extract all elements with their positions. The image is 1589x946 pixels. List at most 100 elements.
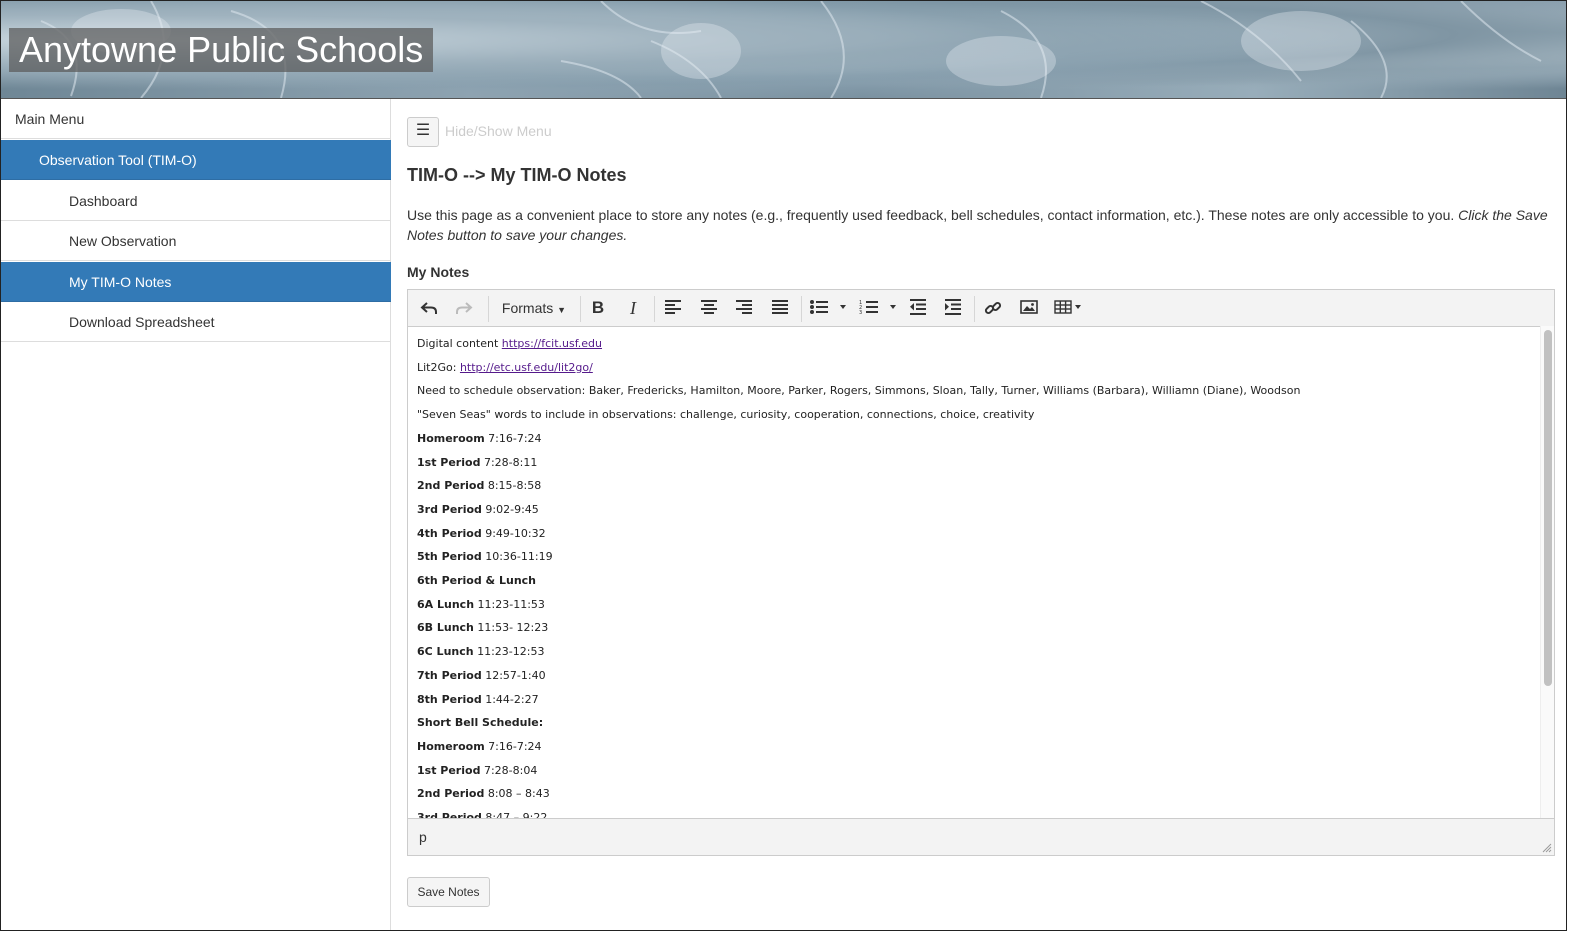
editor-line-text: 7:28-8:04 (480, 763, 538, 777)
bullet-list-icon (810, 300, 846, 314)
app-frame: Anytowne Public Schools Main Menu Observ… (0, 0, 1567, 931)
editor-line-text: "Seven Seas" words to include in observa… (417, 408, 1035, 422)
editor-line-bold: 1st Period (417, 763, 481, 777)
resize-handle-icon[interactable] (1542, 843, 1552, 853)
sidebar: Main Menu Observation Tool (TIM-O) Dashb… (1, 99, 391, 930)
bold-icon: B (591, 298, 605, 317)
align-right-button[interactable] (731, 296, 757, 320)
editor-scrollbar-thumb[interactable] (1544, 330, 1552, 686)
redo-icon (456, 302, 473, 314)
editor-line-bold: 1st Period (417, 455, 481, 469)
formats-dropdown[interactable]: Formats ▼ (496, 296, 572, 320)
image-icon (1020, 300, 1038, 314)
sidebar-item-download-spreadsheet[interactable]: Download Spreadsheet (1, 302, 391, 342)
editor-line-bold: 6C Lunch (417, 645, 474, 659)
align-left-icon (665, 300, 681, 314)
caret-down-icon: ▼ (557, 305, 567, 315)
sidebar-item-my-tim-o-notes[interactable]: My TIM-O Notes (1, 262, 391, 302)
sidebar-item-new-observation[interactable]: New Observation (1, 221, 391, 261)
rich-text-editor: Formats ▼ B I 1 2 3 Digital content http… (407, 289, 1555, 856)
editor-scrollbar-track[interactable] (1540, 326, 1554, 820)
editor-line-text: 8:08 – 8:43 (484, 787, 550, 801)
editor-content-area[interactable]: Digital content https://fcit.usf.edu Lit2… (408, 327, 1540, 819)
numbered-list-button[interactable]: 123 (857, 296, 901, 320)
numbered-list-icon: 123 (859, 300, 896, 315)
editor-line-bold: Homeroom (417, 431, 485, 445)
editor-line-bold: Short Bell Schedule: (417, 716, 544, 730)
editor-line-bold: Homeroom (417, 739, 485, 753)
editor-line: 6A Lunch 11:23-11:53 (417, 598, 545, 611)
editor-line-bold: 2nd Period (417, 787, 485, 801)
italic-icon: I (630, 298, 636, 318)
editor-line: 2nd Period 8:08 – 8:43 (417, 787, 550, 800)
editor-line: 1st Period 7:28-8:04 (417, 764, 537, 777)
undo-icon (420, 302, 437, 314)
editor-line: 5th Period 10:36-11:19 (417, 550, 553, 563)
hide-show-menu-button[interactable]: ☰ (407, 117, 439, 147)
editor-toolbar: Formats ▼ B I 1 2 3 (408, 290, 1554, 327)
editor-line: "Seven Seas" words to include in observa… (417, 408, 1034, 421)
editor-line: 6th Period & Lunch (417, 574, 536, 587)
editor-line: Need to schedule observation: Baker, Fre… (417, 384, 1300, 397)
editor-line-bold: 2nd Period (417, 479, 485, 493)
page-title: TIM-O --> My TIM-O Notes (407, 165, 627, 185)
editor-line: 4th Period 9:49-10:32 (417, 527, 546, 540)
link-button[interactable] (980, 296, 1006, 320)
editor-line-text: 11:23-11:53 (474, 597, 545, 611)
editor-line: Short Bell Schedule: (417, 716, 543, 729)
italic-button[interactable]: I (620, 296, 646, 320)
sidebar-item-dashboard[interactable]: Dashboard (1, 181, 391, 221)
bullet-list-button[interactable] (807, 296, 851, 320)
hide-show-menu-label[interactable]: Hide/Show Menu (445, 123, 552, 139)
toolbar-separator (974, 296, 975, 322)
editor-line-text: 8:15-8:58 (484, 479, 542, 493)
editor-statusbar: p (408, 818, 1554, 855)
align-center-icon (701, 300, 717, 314)
sidebar-item-main-menu[interactable]: Main Menu (1, 99, 391, 139)
bold-button[interactable]: B (585, 296, 611, 320)
editor-line-link[interactable]: http://etc.usf.edu/lit2go/ (460, 361, 593, 374)
editor-line-link[interactable]: https://fcit.usf.edu (502, 337, 602, 350)
editor-line-text: 11:53- 12:23 (473, 621, 549, 635)
intro-text: Use this page as a convenient place to s… (407, 205, 1552, 245)
editor-line-text: 7:16-7:24 (484, 739, 542, 753)
editor-line-text: 9:49-10:32 (481, 526, 546, 540)
outdent-button[interactable] (905, 296, 931, 320)
editor-line: 2nd Period 8:15-8:58 (417, 479, 541, 492)
table-icon (1054, 300, 1081, 314)
editor-line: Lit2Go: http://etc.usf.edu/lit2go/ (417, 361, 593, 374)
element-path[interactable]: p (419, 829, 427, 845)
editor-line: Homeroom 7:16-7:24 (417, 740, 542, 753)
toolbar-separator (580, 296, 581, 322)
editor-line-text: 9:02-9:45 (481, 502, 539, 516)
editor-line-bold: 8th Period (417, 692, 482, 706)
editor-line-text: 10:36-11:19 (481, 550, 553, 564)
align-justify-icon (772, 300, 788, 314)
toolbar-separator (654, 296, 655, 322)
save-notes-button[interactable]: Save Notes (407, 877, 490, 907)
outdent-icon (910, 299, 926, 315)
table-dropdown[interactable] (1052, 296, 1088, 320)
site-title: Anytowne Public Schools (9, 28, 434, 72)
align-justify-button[interactable] (767, 296, 793, 320)
image-button[interactable] (1016, 296, 1042, 320)
align-center-button[interactable] (696, 296, 722, 320)
editor-line-text: Lit2Go: (417, 360, 460, 374)
header-banner: Anytowne Public Schools (1, 1, 1566, 99)
formats-label: Formats (501, 300, 554, 316)
indent-button[interactable] (940, 296, 966, 320)
editor-line: 3rd Period 9:02-9:45 (417, 503, 539, 516)
editor-line-bold: 3rd Period (417, 502, 482, 516)
editor-line-bold: 4th Period (417, 526, 482, 540)
editor-line: 8th Period 1:44-2:27 (417, 693, 539, 706)
indent-icon (945, 299, 961, 315)
editor-line-text: Need to schedule observation: Baker, Fre… (417, 384, 1301, 398)
sidebar-item-observation-tool[interactable]: Observation Tool (TIM-O) (1, 140, 391, 180)
editor-line: Digital content https://fcit.usf.edu (417, 337, 602, 350)
editor-line: 6B Lunch 11:53- 12:23 (417, 621, 548, 634)
undo-button[interactable] (416, 296, 442, 320)
redo-button[interactable] (451, 296, 477, 320)
align-left-button[interactable] (660, 296, 686, 320)
align-right-icon (736, 300, 752, 314)
editor-line: 6C Lunch 11:23-12:53 (417, 645, 544, 658)
